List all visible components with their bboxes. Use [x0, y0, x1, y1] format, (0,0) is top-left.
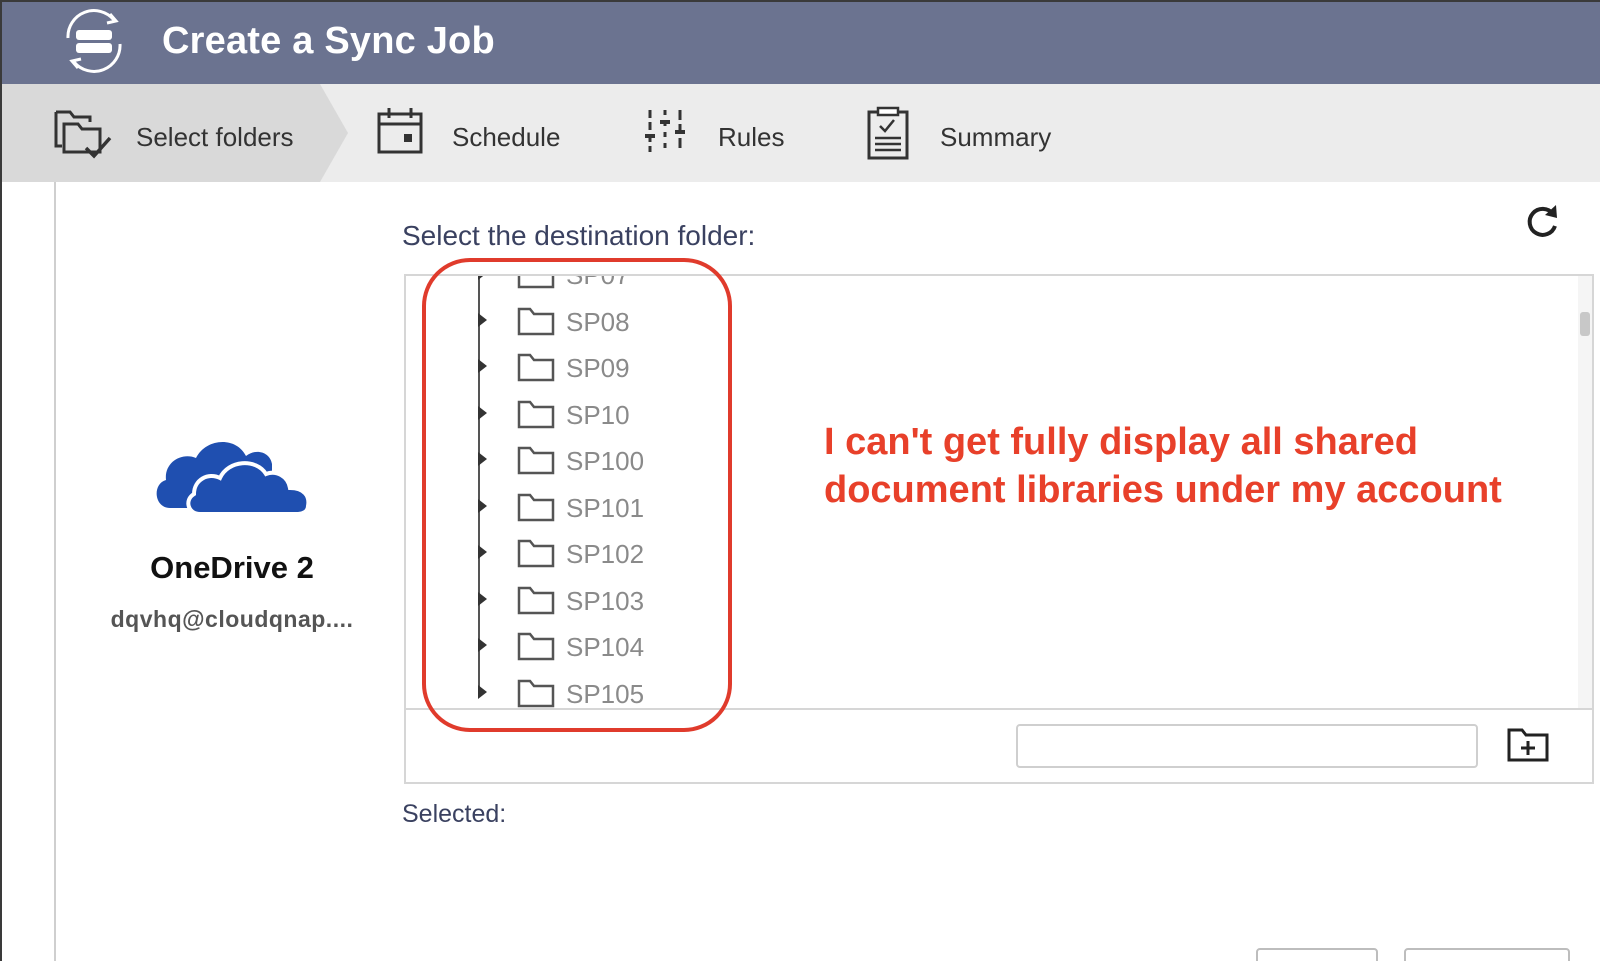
folder-item[interactable]: SP103: [406, 578, 1506, 622]
sync-job-window: Create a Sync Job Select folders Schedul…: [2, 2, 1600, 961]
folder-icon: [517, 400, 555, 428]
folder-tree: SP07 SP08 SP09 SP10 SP100 SP101 SP102 SP103 SP10…: [404, 274, 1594, 784]
folder-item[interactable]: SP09: [406, 345, 1506, 389]
onedrive-cloud-icon: [156, 441, 311, 516]
expand-arrow-icon[interactable]: [478, 684, 487, 699]
title-bar: Create a Sync Job: [2, 2, 1600, 84]
folder-label: SP10: [566, 399, 630, 430]
folder-label: SP102: [566, 539, 645, 569]
folder-label: SP103: [566, 585, 645, 616]
folder-icon: [517, 493, 555, 521]
next-button[interactable]: [1404, 948, 1570, 961]
step-select-folders[interactable]: Select folders: [52, 84, 332, 182]
new-folder-bar: [406, 708, 1592, 782]
folder-icon: [517, 353, 555, 382]
expand-arrow-icon[interactable]: [478, 276, 487, 280]
selected-label: Selected:: [402, 800, 507, 828]
new-folder-icon[interactable]: [1506, 724, 1550, 764]
folder-item[interactable]: SP105: [406, 671, 1506, 709]
folder-icon: [517, 446, 555, 475]
sliders-icon: [645, 110, 685, 152]
folder-item[interactable]: SP102: [406, 531, 1506, 575]
annotation-line: document libraries under my account: [824, 469, 1502, 511]
folder-label: SP104: [566, 632, 645, 662]
folder-icon: [517, 539, 555, 568]
folder-icon: [517, 276, 555, 289]
destination-label: Select the destination folder:: [402, 220, 756, 251]
scrollbar-thumb[interactable]: [1580, 312, 1590, 336]
annotation-line: I can't get fully display all shared: [824, 421, 1418, 463]
folder-item[interactable]: SP104: [406, 624, 1506, 668]
folder-item[interactable]: SP07: [406, 276, 1506, 296]
folder-label: SP100: [566, 446, 645, 476]
sync-storage-icon: [66, 9, 122, 73]
folder-label: SP105: [566, 678, 645, 709]
expand-arrow-icon[interactable]: [478, 498, 487, 513]
folder-label: SP08: [566, 306, 630, 337]
annotation-note: I can't get fully display all shared doc…: [824, 418, 1584, 514]
step-label: Rules: [718, 122, 785, 152]
left-panel-divider: [54, 182, 56, 961]
folder-icon: [517, 307, 555, 335]
step-label: Select folders: [136, 122, 294, 152]
folders-check-icon: [54, 110, 112, 159]
step-label: Schedule: [452, 122, 561, 152]
new-folder-input[interactable]: [1016, 724, 1478, 768]
folder-label: SP07: [566, 276, 630, 291]
window-title: Create a Sync Job: [162, 20, 495, 62]
folder-icon: [517, 632, 555, 661]
step-label: Summary: [940, 122, 1052, 152]
calendar-icon: [377, 108, 423, 154]
expand-arrow-icon[interactable]: [478, 545, 487, 559]
folder-icon: [517, 679, 555, 707]
expand-arrow-icon[interactable]: [478, 452, 487, 466]
folder-label: SP09: [566, 353, 630, 383]
clipboard-check-icon: [867, 106, 909, 160]
expand-arrow-icon[interactable]: [478, 591, 487, 606]
step-navigation: Select folders Schedule Rules Summary: [2, 84, 1600, 182]
folder-icon: [517, 586, 555, 614]
expand-arrow-icon[interactable]: [478, 312, 487, 327]
folder-label: SP101: [566, 492, 645, 523]
step-rules[interactable]: Rules: [644, 84, 804, 182]
refresh-icon[interactable]: [1522, 202, 1562, 242]
step-summary[interactable]: Summary: [866, 84, 1086, 182]
expand-arrow-icon[interactable]: [478, 405, 487, 420]
expand-arrow-icon[interactable]: [478, 638, 487, 652]
step-schedule[interactable]: Schedule: [376, 84, 576, 182]
expand-arrow-icon[interactable]: [478, 359, 487, 373]
back-button[interactable]: [1256, 948, 1378, 961]
folder-item[interactable]: SP08: [406, 299, 1506, 343]
source-name: OneDrive 2: [150, 550, 314, 585]
source-account: dqvhq@cloudqnap....: [110, 606, 354, 632]
